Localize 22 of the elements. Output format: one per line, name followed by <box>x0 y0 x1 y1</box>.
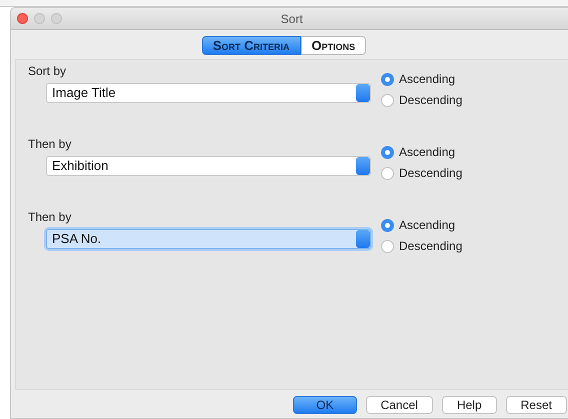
criteria-label: Sort by <box>28 64 68 78</box>
dialog-button[interactable]: Reset <box>506 396 567 414</box>
dialog-button[interactable]: Help <box>442 396 497 414</box>
sort-field-dropdown[interactable]: PSA No. <box>46 228 371 248</box>
dialog-button[interactable]: Cancel <box>366 396 433 414</box>
sort-field-dropdown[interactable]: Image Title <box>46 82 371 102</box>
dialog-button[interactable]: OK <box>293 396 357 414</box>
order-radio[interactable]: Ascending <box>381 145 462 159</box>
minimize-button[interactable] <box>34 13 45 24</box>
criteria-label: Then by <box>28 137 72 151</box>
order-radio[interactable]: Ascending <box>381 218 462 232</box>
zoom-button[interactable] <box>51 13 62 24</box>
sort-field-dropdown[interactable]: Exhibition <box>46 156 371 176</box>
order-radio[interactable]: Descending <box>381 239 462 253</box>
criteria-label: Then by <box>28 210 72 224</box>
close-button[interactable] <box>17 13 28 24</box>
window-title: Sort <box>280 12 303 26</box>
tab[interactable]: Options <box>300 36 366 55</box>
tab[interactable]: Sort Criteria <box>202 36 301 55</box>
order-radio[interactable]: Ascending <box>381 72 462 86</box>
order-radio[interactable]: Descending <box>381 166 462 180</box>
order-radio[interactable]: Descending <box>381 93 462 107</box>
